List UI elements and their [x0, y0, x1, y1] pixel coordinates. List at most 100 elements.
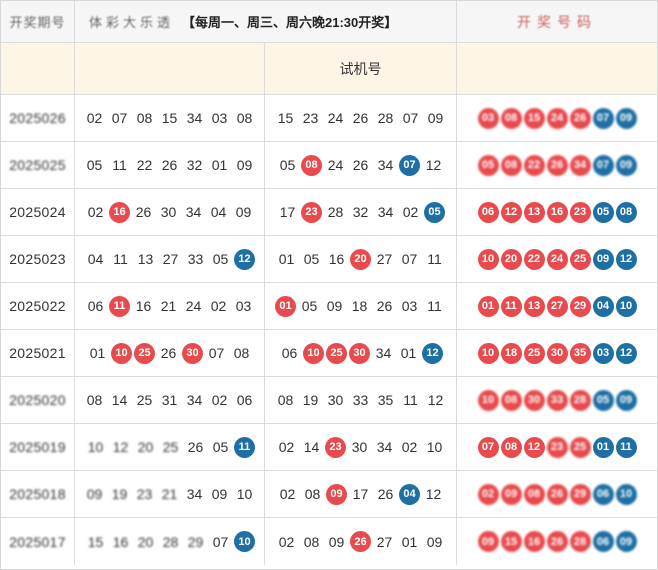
number: 20	[137, 439, 154, 455]
draw-date-text: 2025018	[9, 486, 66, 502]
trial-numbers: 02 14 23 30 34 02 10	[265, 424, 457, 470]
draw-date-text: 2025019	[9, 439, 66, 455]
trial-numbers: 17 23 28 32 34 02 05	[265, 189, 457, 235]
trial-numbers: 06 10 25 30 34 01 12	[265, 330, 457, 376]
red-ball: 11	[500, 295, 522, 317]
number: 21	[160, 298, 177, 314]
red-ball: 08	[500, 107, 522, 129]
number: 08	[136, 110, 153, 126]
draw-date: 2025024	[1, 189, 75, 235]
number: 03	[235, 298, 252, 314]
trial-numbers: 02 08 09 26 27 01 09	[265, 518, 457, 565]
red-ball: 09	[500, 483, 522, 505]
lottery-table: 开奖期号 体彩大乐透 【每周一、周三、周六晚21:30开奖】 开奖号码 试机号 …	[0, 0, 658, 570]
red-ball: 18	[500, 342, 522, 364]
draw-balls: 10 08 30 33 28 05 09	[457, 377, 657, 423]
number: 30	[160, 204, 177, 220]
red-ball: 30	[349, 342, 370, 364]
number: 32	[186, 157, 203, 173]
result-numbers: 02 07 08 15 34 03 08	[75, 95, 265, 141]
number: 28	[162, 533, 179, 550]
header-trial-number: 试机号	[265, 43, 457, 94]
number: 16	[112, 533, 129, 550]
top-left-label: 开奖期号	[1, 1, 75, 42]
red-ball: 11	[109, 295, 130, 317]
red-ball: 08	[500, 436, 522, 458]
table-row: 2025017 15 16 20 28 29 07 10 02 08 09 26 27 01 09 09 15 1…	[1, 518, 657, 565]
draw-balls: 01 11 13 27 29 04 10	[457, 283, 657, 329]
draw-date-text: 2025017	[9, 533, 66, 550]
top-middle: 体彩大乐透 【每周一、周三、周六晚21:30开奖】	[75, 1, 457, 42]
number: 03	[211, 110, 228, 126]
red-ball: 13	[523, 295, 545, 317]
number: 34	[186, 392, 203, 408]
red-ball: 20	[350, 248, 371, 270]
number: 08	[233, 345, 250, 361]
red-ball: 29	[569, 483, 591, 505]
blue-ball: 06	[592, 531, 614, 552]
header-col-4	[457, 43, 657, 94]
red-ball: 33	[546, 389, 568, 411]
number: 05	[303, 251, 320, 267]
blue-ball: 09	[615, 154, 637, 176]
number: 02	[86, 110, 103, 126]
draw-date: 2025019	[1, 424, 75, 470]
number: 02	[278, 533, 295, 550]
number: 25	[136, 392, 153, 408]
number: 05	[279, 157, 296, 173]
draw-date: 2025018	[1, 471, 75, 517]
number: 34	[377, 157, 394, 173]
red-ball: 23	[301, 201, 322, 223]
number: 18	[351, 298, 368, 314]
red-ball: 22	[523, 154, 545, 176]
draw-balls: 06 12 13 16 23 05 08	[457, 189, 657, 235]
draw-date-text: 2025026	[9, 110, 66, 126]
red-ball: 08	[500, 154, 522, 176]
number: 24	[327, 110, 344, 126]
number: 25	[162, 439, 179, 455]
result-numbers: 05 11 22 26 32 01 09	[75, 142, 265, 188]
red-ball: 09	[326, 483, 347, 505]
number: 24	[327, 157, 344, 173]
top-bar: 开奖期号 体彩大乐透 【每周一、周三、周六晚21:30开奖】 开奖号码	[1, 1, 657, 43]
blue-ball: 03	[592, 342, 614, 364]
red-ball: 06	[477, 201, 499, 223]
red-ball: 25	[569, 436, 591, 458]
number: 01	[278, 251, 295, 267]
red-ball: 15	[500, 531, 522, 552]
number: 09	[426, 533, 443, 550]
red-ball: 08	[523, 483, 545, 505]
red-ball: 08	[301, 154, 322, 176]
number: 26	[377, 486, 394, 502]
result-numbers: 06 11 16 21 24 02 03	[75, 283, 265, 329]
draw-date: 2025023	[1, 236, 75, 282]
draw-date-text: 2025022	[9, 298, 66, 314]
blue-ball: 06	[592, 483, 614, 505]
number: 08	[86, 392, 103, 408]
number: 08	[304, 486, 321, 502]
number: 29	[187, 533, 204, 550]
red-ball: 13	[523, 201, 545, 223]
red-ball: 15	[523, 107, 545, 129]
red-ball: 22	[523, 248, 545, 270]
number: 17	[352, 486, 369, 502]
result-numbers: 02 16 26 30 34 04 09	[75, 189, 265, 235]
number: 06	[87, 298, 104, 314]
number: 09	[427, 110, 444, 126]
blue-ball: 08	[615, 201, 637, 223]
number: 21	[161, 486, 178, 502]
trial-numbers: 08 19 30 33 35 11 12	[265, 377, 457, 423]
blue-ball: 05	[424, 201, 445, 223]
number: 11	[427, 251, 442, 267]
draw-date: 2025021	[1, 330, 75, 376]
draw-date-text: 2025021	[9, 345, 66, 361]
red-ball: 26	[546, 154, 568, 176]
draw-date-text: 2025020	[9, 392, 66, 408]
trial-numbers: 01 05 16 20 27 07 11	[265, 236, 457, 282]
red-ball: 10	[477, 342, 499, 364]
draw-balls: 10 20 22 24 25 09 12	[457, 236, 657, 282]
red-ball: 25	[134, 342, 155, 364]
number: 02	[279, 486, 296, 502]
number: 27	[376, 533, 393, 550]
red-ball: 35	[569, 342, 591, 364]
